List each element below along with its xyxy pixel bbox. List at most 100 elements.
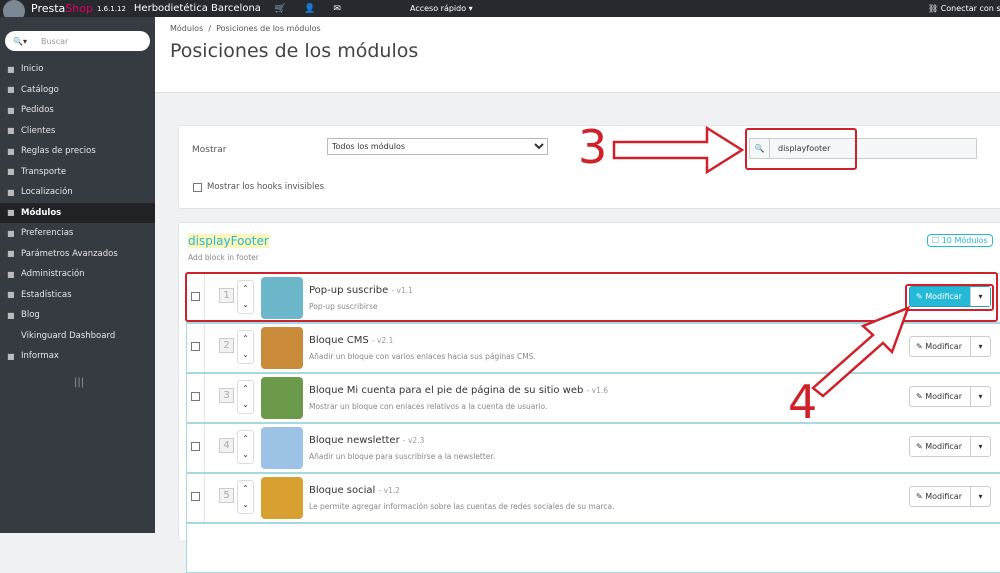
module-name: Bloque Mi cuenta para el pie de página d… <box>309 385 584 396</box>
sidebar-item-inicio[interactable]: ■ Inicio <box>0 59 155 80</box>
sidebar-item-blog[interactable]: ■ Blog <box>0 305 155 326</box>
brand: PrestaShop <box>31 2 93 15</box>
chevron-down-icon[interactable]: ⌄ <box>238 347 253 363</box>
edit-button[interactable]: ✎ Modificar ▾ <box>909 336 991 357</box>
module-description: Mostrar un bloque con enlaces relativos … <box>309 402 548 411</box>
module-version: - v1.1 <box>391 286 413 295</box>
chevron-down-icon[interactable]: ⌄ <box>238 397 253 413</box>
edit-button[interactable]: ✎ Modificar ▾ <box>909 286 991 307</box>
module-row: 4 ⌃ ⌄ Bloque newsletter - v2.3 Añadir un blo… <box>186 423 1000 473</box>
module-row: 2 ⌃ ⌄ Bloque CMS - v2.1 Añadir un bloque con… <box>186 323 1000 373</box>
row-checkbox[interactable] <box>191 342 200 351</box>
page-header: Módulos / Posiciones de los módulos Posi… <box>155 17 1000 93</box>
sidebar-item-reglas-de-precios[interactable]: ■ Reglas de precios <box>0 141 155 162</box>
breadcrumb-current: Posiciones de los módulos <box>216 24 321 33</box>
module-version: - v2.3 <box>402 436 425 445</box>
chevron-down-icon[interactable]: ⌄ <box>238 447 253 463</box>
chevron-up-icon[interactable]: ⌃ <box>238 381 253 397</box>
puzzle-icon: ■ <box>7 208 15 218</box>
sidebar-item-preferencias[interactable]: ■ Preferencias <box>0 223 155 244</box>
move-arrows[interactable]: ⌃ ⌄ <box>237 280 254 314</box>
module-description: Añadir un bloque para suscribirse a la n… <box>309 452 496 461</box>
gear-icon: ■ <box>7 269 15 279</box>
version: 1.6.1.12 <box>96 4 126 13</box>
position-number: 3 <box>219 388 234 403</box>
chevron-down-icon[interactable]: ⌄ <box>238 297 253 313</box>
module-row: 5 ⌃ ⌄ Bloque social - v1.2 Le permite agrega… <box>186 473 1000 523</box>
blog-icon: ■ <box>7 310 15 320</box>
caret-down-icon[interactable]: ▾ <box>970 387 990 406</box>
row-checkbox[interactable] <box>191 492 200 501</box>
quick-access-menu[interactable]: Acceso rápido ▾ <box>410 4 473 13</box>
module-name: Bloque newsletter <box>309 435 400 446</box>
module-icon <box>261 277 303 319</box>
move-arrows[interactable]: ⌃ ⌄ <box>237 330 254 364</box>
module-description: Pop-up suscribirse <box>309 302 378 311</box>
search-icon[interactable]: 🔍▾ <box>13 37 27 46</box>
module-row: 3 ⌃ ⌄ Bloque Mi cuenta para el pie de págin… <box>186 373 1000 423</box>
cogs-icon: ■ <box>7 351 15 361</box>
checkbox[interactable] <box>193 182 202 192</box>
move-arrows[interactable]: ⌃ ⌄ <box>237 430 254 464</box>
chevron-down-icon[interactable]: ⌄ <box>238 497 253 513</box>
row-checkbox[interactable] <box>191 442 200 451</box>
caret-down-icon[interactable]: ▾ <box>970 287 990 306</box>
row-checkbox[interactable] <box>191 292 200 301</box>
hook-search-label: Buscar un hook <box>622 144 692 154</box>
show-modules-select[interactable]: Todos los módulos <box>327 138 548 155</box>
hook-description: Add block in footer <box>188 253 259 262</box>
envelope-icon[interactable]: ✉ <box>333 4 341 14</box>
sidebar-item-cat-logo[interactable]: ■ Catálogo <box>0 80 155 101</box>
show-label: Mostrar <box>192 145 227 155</box>
module-description: Le permite agregar información sobre las… <box>309 502 615 511</box>
edit-button[interactable]: ✎ Modificar ▾ <box>909 436 991 457</box>
module-icon <box>261 427 303 469</box>
chevron-up-icon[interactable]: ⌃ <box>238 481 253 497</box>
caret-down-icon[interactable]: ▾ <box>970 337 990 356</box>
globe-icon: ■ <box>7 187 15 197</box>
module-count-badge[interactable]: ☐ 10 Módulos <box>927 234 993 247</box>
cogs-icon: ■ <box>7 249 15 259</box>
sidebar: 🔍▾ Buscar ■ Inicio ■ Catálogo ■ Pedidos ■ Client… <box>0 17 155 533</box>
caret-down-icon[interactable]: ▾ <box>970 487 990 506</box>
row-checkbox[interactable] <box>191 392 200 401</box>
edit-button[interactable]: ✎ Modificar ▾ <box>909 486 991 507</box>
hook-search-input[interactable]: 🔍 displayfooter <box>749 138 977 159</box>
module-version: - v2.1 <box>371 336 394 345</box>
sidebar-item-m-dulos[interactable]: ■ Módulos <box>0 202 155 223</box>
connect-link[interactable]: ⛓ Conectar con s <box>928 4 1000 13</box>
show-invisible-hooks[interactable]: Mostrar los hooks invisibles <box>193 182 324 192</box>
module-description: Añadir un bloque con varios enlaces haci… <box>309 352 536 361</box>
sidebar-search[interactable]: 🔍▾ Buscar <box>5 31 150 51</box>
module-name: Bloque CMS <box>309 335 369 346</box>
sidebar-item-pedidos[interactable]: ■ Pedidos <box>0 100 155 121</box>
link-icon: ⛓ <box>928 4 939 13</box>
shop-name[interactable]: Herbodietética Barcelona <box>134 3 261 14</box>
module-name: Bloque social <box>309 485 376 496</box>
sidebar-item-transporte[interactable]: ■ Transporte <box>0 162 155 183</box>
collapse-handle-icon[interactable]: ||| <box>74 377 155 388</box>
module-version: - v1.6 <box>586 386 609 395</box>
module-name: Pop-up suscribe <box>309 285 389 296</box>
sidebar-item-clientes[interactable]: ■ Clientes <box>0 121 155 142</box>
move-arrows[interactable]: ⌃ ⌄ <box>237 480 254 514</box>
cart-icon[interactable]: 🛒 <box>275 4 286 14</box>
sidebar-item-estad-sticas[interactable]: ■ Estadísticas <box>0 285 155 306</box>
sidebar-item-localizaci-n[interactable]: ■ Localización <box>0 182 155 203</box>
chevron-up-icon[interactable]: ⌃ <box>238 281 253 297</box>
sidebar-item-administraci-n[interactable]: ■ Administración <box>0 264 155 285</box>
page-title: Posiciones de los módulos <box>170 40 419 62</box>
wrench-icon: ■ <box>7 228 15 238</box>
sidebar-item-informax[interactable]: ■ Informax <box>0 346 155 367</box>
sidebar-item-vikinguard-dashboard[interactable]: Vikinguard Dashboard <box>0 326 155 347</box>
user-icon[interactable]: 👤 <box>304 4 315 14</box>
breadcrumb-parent[interactable]: Módulos <box>170 24 203 33</box>
chevron-up-icon[interactable]: ⌃ <box>238 431 253 447</box>
caret-down-icon[interactable]: ▾ <box>970 437 990 456</box>
tag-icon: ■ <box>7 146 15 156</box>
move-arrows[interactable]: ⌃ ⌄ <box>237 380 254 414</box>
chevron-up-icon[interactable]: ⌃ <box>238 331 253 347</box>
search-icon: 🔍 <box>750 139 770 158</box>
edit-button[interactable]: ✎ Modificar ▾ <box>909 386 991 407</box>
sidebar-item-par-metros-avanzados[interactable]: ■ Parámetros Avanzados <box>0 244 155 265</box>
